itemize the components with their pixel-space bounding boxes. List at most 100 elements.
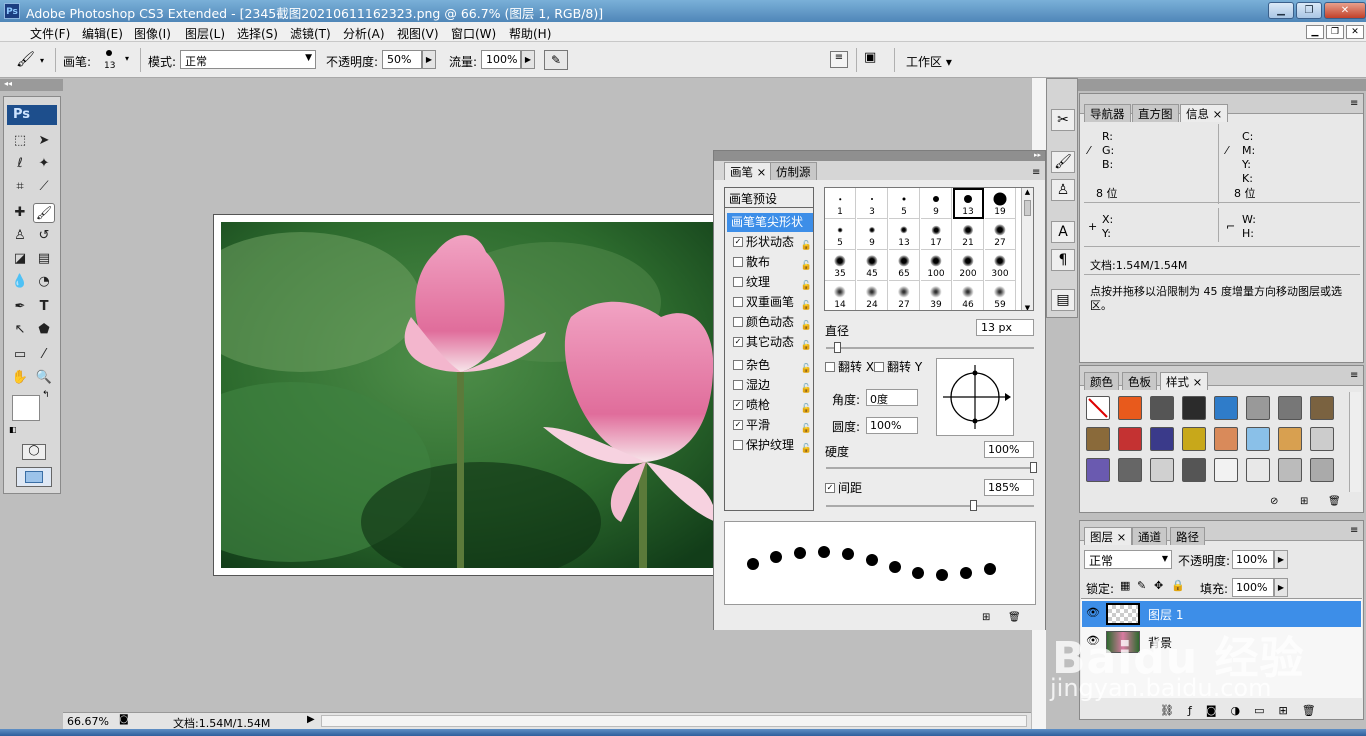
status-nav-icon[interactable]: ◙	[119, 714, 129, 725]
brush-tip-icon[interactable]	[106, 50, 112, 56]
style-swatch[interactable]	[1150, 396, 1174, 420]
dodge-icon[interactable]: ◔	[33, 272, 55, 292]
style-swatch[interactable]	[1278, 427, 1302, 451]
doc-restore-icon[interactable]: ❐	[1326, 25, 1344, 39]
lock-icon[interactable]: 🔓	[801, 337, 812, 356]
eye-icon[interactable]: 👁	[1086, 606, 1100, 619]
tab-navigator[interactable]: 导航器	[1084, 104, 1131, 122]
brush-preset[interactable]: 14	[825, 281, 856, 310]
spacing-option[interactable]: ✓ 间距	[825, 479, 862, 496]
layers-footer-icons[interactable]: ⛓ƒ◙◑▭⊞🗑	[1160, 704, 1330, 717]
crop-tool-icon[interactable]: ⌗	[9, 177, 31, 197]
brushes-palette-icon[interactable]: 🖌	[1051, 151, 1075, 173]
spacing-slider-handle[interactable]	[970, 500, 977, 511]
style-swatch[interactable]	[1182, 396, 1206, 420]
layer-name[interactable]: 图层 1	[1148, 606, 1183, 623]
brush-option-9[interactable]: ✓ 喷枪 🔓	[727, 396, 815, 415]
healing-brush-icon[interactable]: ✚	[9, 203, 31, 223]
blur-icon[interactable]: 💧	[9, 272, 31, 292]
brush-preset[interactable]: 300	[985, 250, 1016, 281]
style-swatch[interactable]	[1214, 427, 1238, 451]
checkbox[interactable]	[733, 359, 743, 370]
checkbox[interactable]: ✓	[733, 419, 743, 430]
dock-collapse-bar[interactable]: ◂◂	[1046, 79, 1366, 91]
minimize-button[interactable]: ▁	[1268, 2, 1294, 19]
brush-option-8[interactable]: 湿边 🔓	[727, 376, 815, 395]
brush-preset[interactable]: 27	[985, 219, 1016, 250]
brush-option-3[interactable]: 纹理 🔓	[727, 273, 815, 292]
tab-channels[interactable]: 通道	[1132, 527, 1167, 545]
hardness-slider-track[interactable]	[826, 467, 1034, 469]
menu-image[interactable]: 图像(I)	[134, 25, 171, 42]
new-brush-icon[interactable]: ⊞	[982, 612, 990, 623]
tab-paths[interactable]: 路径	[1170, 527, 1205, 545]
brush-option-2[interactable]: 散布 🔓	[727, 253, 815, 272]
eyedropper-icon[interactable]: ⁄	[1226, 144, 1228, 157]
brush-preset[interactable]: 13	[953, 188, 984, 219]
panel-menu-icon[interactable]: ≡	[1350, 98, 1358, 109]
flow-slider-button[interactable]: ▶	[521, 50, 535, 69]
tab-color[interactable]: 颜色	[1084, 372, 1119, 390]
menu-layer[interactable]: 图层(L)	[185, 25, 225, 42]
foreground-color-swatch[interactable]	[12, 395, 40, 421]
brush-preset[interactable]: 21	[953, 219, 984, 250]
brush-preset[interactable]: 9	[857, 219, 888, 250]
notes-icon[interactable]: ▭	[9, 345, 31, 365]
style-swatch[interactable]	[1086, 458, 1110, 482]
lasso-tool-icon[interactable]: ℓ	[9, 154, 31, 174]
diameter-input[interactable]: 13 px	[976, 319, 1034, 336]
clone-source-icon[interactable]: ♙	[1051, 179, 1075, 201]
checkbox[interactable]: ✓	[733, 399, 743, 410]
toggle-brush-palette-icon[interactable]: ≡	[830, 51, 848, 68]
brush-preset[interactable]: 39	[921, 281, 952, 310]
style-swatch[interactable]	[1310, 458, 1334, 482]
close-icon[interactable]: ×	[757, 165, 767, 179]
brush-preset[interactable]: 27	[889, 281, 920, 310]
move-tool-icon[interactable]: ➤	[33, 131, 55, 151]
checkbox[interactable]	[733, 379, 743, 390]
roundness-input[interactable]: 100%	[866, 417, 918, 434]
menu-select[interactable]: 选择(S)	[237, 25, 278, 42]
blend-mode-select[interactable]: 正常 ▼	[1084, 550, 1172, 569]
brush-presets-header[interactable]: 画笔预设	[725, 188, 813, 208]
style-swatch[interactable]	[1086, 396, 1110, 420]
brush-option-1[interactable]: ✓ 形状动态 🔓	[727, 233, 815, 252]
lotus-photo[interactable]	[221, 222, 721, 568]
bridge-icon[interactable]: ▣	[864, 50, 886, 70]
brush-preset[interactable]: 1	[825, 188, 856, 219]
brush-preset[interactable]: 13	[889, 219, 920, 250]
brush-preset[interactable]: 65	[889, 250, 920, 281]
style-swatch[interactable]	[1246, 396, 1270, 420]
menu-window[interactable]: 窗口(W)	[451, 25, 496, 42]
brush-option-11[interactable]: 保护纹理 🔓	[727, 436, 815, 455]
tab-brushes[interactable]: 画笔 ×	[724, 162, 773, 180]
panel-menu-icon[interactable]: ≡	[1032, 167, 1040, 178]
tool-preset-dropdown-icon[interactable]: ▾	[40, 56, 44, 65]
fill-slider-button[interactable]: ▶	[1274, 578, 1288, 597]
spacing-slider-track[interactable]	[826, 505, 1034, 507]
style-swatch[interactable]	[1150, 458, 1174, 482]
tab-styles[interactable]: 样式 ×	[1160, 372, 1209, 390]
close-button[interactable]: ✕	[1324, 2, 1366, 19]
checkbox[interactable]	[733, 256, 743, 267]
brush-option-7[interactable]: 杂色 🔓	[727, 356, 815, 375]
flow-input[interactable]: 100%	[481, 50, 521, 69]
shape-tool-icon[interactable]: ⬟	[33, 320, 55, 340]
tab-histogram[interactable]: 直方图	[1132, 104, 1179, 122]
brush-option-5[interactable]: 颜色动态 🔓	[727, 313, 815, 332]
brush-preset[interactable]: 46	[953, 281, 984, 310]
opacity-input[interactable]: 50%	[382, 50, 422, 69]
tab-swatches[interactable]: 色板	[1122, 372, 1157, 390]
clear-style-icon[interactable]: ⊘	[1270, 496, 1278, 507]
lock-position-icon[interactable]: ✥	[1154, 579, 1163, 592]
brush-preset[interactable]: 35	[825, 250, 856, 281]
style-swatch[interactable]	[1182, 427, 1206, 451]
tab-info[interactable]: 信息 ×	[1180, 104, 1229, 122]
brush-preset[interactable]: 24	[857, 281, 888, 310]
eraser-icon[interactable]: ◪	[9, 249, 31, 269]
style-swatch[interactable]	[1182, 458, 1206, 482]
brush-preset[interactable]: 5	[889, 188, 920, 219]
brush-preset[interactable]: 5	[825, 219, 856, 250]
preset-scrollbar[interactable]: ▲ ▼	[1021, 188, 1033, 310]
brush-option-0[interactable]: 画笔笔尖形状	[727, 213, 813, 232]
